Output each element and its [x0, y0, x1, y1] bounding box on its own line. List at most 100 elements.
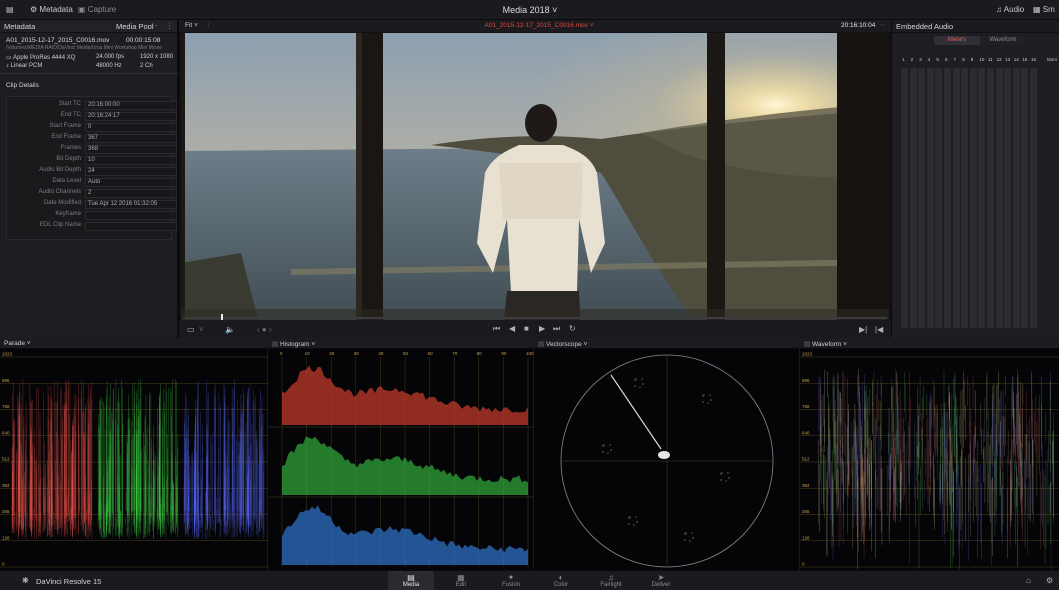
chevron-down-icon: ˅: [552, 5, 558, 15]
scope-options-icon[interactable]: ▤: [272, 341, 278, 348]
parade-title: Parade: [4, 340, 25, 347]
media-pool-label[interactable]: Media Pool: [116, 22, 154, 31]
detail-label: Audio Channels: [38, 189, 81, 195]
audio-rate: 48000 Hz: [96, 63, 122, 69]
detail-value[interactable]: Auto: [85, 178, 177, 187]
more-options-icon[interactable]: ⋯: [150, 21, 158, 30]
audio-channel-label: 13: [1005, 57, 1011, 62]
page-fusion[interactable]: ✦ Fusion: [491, 573, 531, 588]
scope-options-icon[interactable]: ▤: [538, 341, 544, 348]
audio-channel-label: 14: [1013, 57, 1019, 62]
zoom-fit-dropdown[interactable]: Fit ˅: [185, 22, 198, 29]
histogram-tick-label: 80: [477, 351, 483, 356]
page-color[interactable]: ◐ Color: [541, 573, 581, 588]
metadata-tab[interactable]: ⚙ Metadata: [30, 5, 73, 14]
video-format-line: ▭ Apple ProRes 4444 XQ: [6, 54, 75, 61]
scope-options-icon[interactable]: ▤: [804, 341, 810, 348]
page-deliver[interactable]: ➤ Deliver: [641, 573, 681, 588]
parade-graph: 1023 896 768 640 512 384 256 128 0: [0, 352, 268, 568]
tab-waveform[interactable]: Waveform: [980, 36, 1026, 45]
capture-tab[interactable]: ▣ Capture: [78, 5, 116, 14]
viewer-clip-title[interactable]: A01_2015-12-17_2015_C0016.mov ˅: [479, 22, 599, 29]
chevron-down-icon[interactable]: ˅: [199, 325, 204, 334]
clip-detail-row: Keyframe: [15, 211, 177, 221]
viewer-mode-icon[interactable]: ▭: [187, 325, 195, 334]
playhead[interactable]: [221, 314, 223, 320]
home-icon[interactable]: ⌂: [1026, 576, 1031, 585]
right-button-label: Sm: [1042, 5, 1055, 14]
page-edit[interactable]: ▦ Edit: [441, 573, 481, 588]
histogram-header[interactable]: ▤ Histogram ˅: [268, 338, 533, 349]
detail-value[interactable]: 24: [85, 167, 177, 176]
video-frame[interactable]: [181, 33, 889, 331]
go-to-last-frame-icon[interactable]: ⏭: [553, 324, 560, 334]
waveform-grid-label: 256: [802, 509, 810, 514]
metadata-icon: ⚙: [30, 5, 38, 14]
detail-label: End TC: [60, 112, 81, 118]
detail-value[interactable]: [85, 222, 177, 231]
project-title[interactable]: Media 2018 ˅: [470, 5, 590, 15]
tab-meters[interactable]: Meters: [934, 36, 980, 45]
waveform-header[interactable]: ▤ Waveform ˅: [800, 338, 1059, 349]
panel-toggle-icon[interactable]: ▤: [6, 5, 14, 14]
vectorscope-target: [602, 444, 612, 454]
source-viewer: Fit ˅ ⋮ A01_2015-12-17_2015_C0016.mov ˅ …: [179, 20, 891, 338]
audio-panel-button[interactable]: ♫ Audio: [996, 5, 1024, 14]
volume-icon[interactable]: 🔈: [225, 325, 235, 334]
histogram-tick-label: 10: [305, 351, 311, 356]
audio-meter: [978, 68, 987, 328]
waveform-graph: 1023 896 768 640 512 384 256 128 0: [800, 352, 1059, 570]
resolve-logo-icon: ❋: [22, 576, 29, 585]
scrubber-track[interactable]: [183, 317, 887, 319]
viewer-options-icon[interactable]: ⋮: [205, 21, 212, 29]
clip-detail-row: Date Modified Tue Apr 12 2016 01:32:05: [15, 200, 177, 210]
detail-value[interactable]: 0: [85, 123, 177, 132]
metadata-panel-title: Metadata: [4, 22, 36, 31]
page-media[interactable]: ▤ Media: [391, 573, 431, 588]
histogram-tick-label: 60: [428, 351, 434, 356]
mark-in-icon[interactable]: ▶|: [859, 325, 867, 334]
video-fps: 24.000 fps: [96, 54, 125, 60]
audio-channel-label: 2: [910, 57, 914, 62]
detail-value[interactable]: 20:16:24:17: [85, 112, 177, 121]
detail-value[interactable]: 2: [85, 189, 177, 198]
smart-bins-button[interactable]: ▦ Sm: [1033, 5, 1055, 14]
parade-grid-label: 128: [2, 535, 10, 540]
gear-icon[interactable]: ⚙: [1046, 576, 1053, 585]
detail-value[interactable]: 367: [85, 134, 177, 143]
parade-header[interactable]: Parade ˅: [0, 338, 267, 349]
viewer-more-icon[interactable]: ⋯: [879, 21, 886, 29]
clip-details-title: Clip Details: [6, 82, 39, 89]
clip-detail-row: Audio Bit Depth 24: [15, 167, 177, 177]
loop-icon[interactable]: ↻: [569, 324, 576, 333]
clip-detail-row: Bit Depth 10: [15, 156, 177, 166]
audio-meter: [969, 68, 978, 328]
page-label: Color: [553, 582, 569, 588]
detail-value[interactable]: [85, 211, 177, 220]
detail-label: Start Frame: [49, 123, 81, 129]
vectorscope-header[interactable]: ▤ Vectorscope ˅: [534, 338, 799, 349]
detail-value[interactable]: 20:16:00:00: [85, 101, 177, 110]
audio-meter: [944, 68, 952, 328]
audio-channels: 2 Ch: [140, 63, 153, 69]
histogram-tick-label: 20: [329, 351, 335, 356]
mark-out-icon[interactable]: |◀: [875, 325, 883, 334]
stop-icon[interactable]: ■: [524, 324, 529, 333]
page-fairlight[interactable]: ♫ Fairlight: [591, 573, 631, 588]
go-to-first-frame-icon[interactable]: ⏮: [493, 324, 500, 334]
video-frame-image: [181, 33, 889, 331]
audio-channel-label: 5: [936, 57, 939, 62]
play-reverse-icon[interactable]: ◀: [509, 324, 515, 333]
audio-channel-label: 7: [953, 57, 957, 62]
jog-control-icon[interactable]: ‹ ● ›: [257, 325, 272, 334]
audio-channel-label: 8: [962, 57, 965, 62]
play-icon[interactable]: ▶: [539, 324, 545, 333]
vectorscope-target: [720, 472, 730, 482]
parade-scope: Parade ˅ 1023 896 768 640 512 384 256 128 0: [0, 338, 268, 570]
detail-value[interactable]: Tue Apr 12 2016 01:32:05: [85, 200, 177, 209]
audio-meter: [1012, 68, 1021, 328]
detail-value[interactable]: 10: [85, 156, 177, 165]
detail-value[interactable]: 368: [85, 145, 177, 154]
parade-grid-label: 0: [2, 562, 5, 567]
panel-menu-icon[interactable]: ⋮: [166, 21, 174, 30]
